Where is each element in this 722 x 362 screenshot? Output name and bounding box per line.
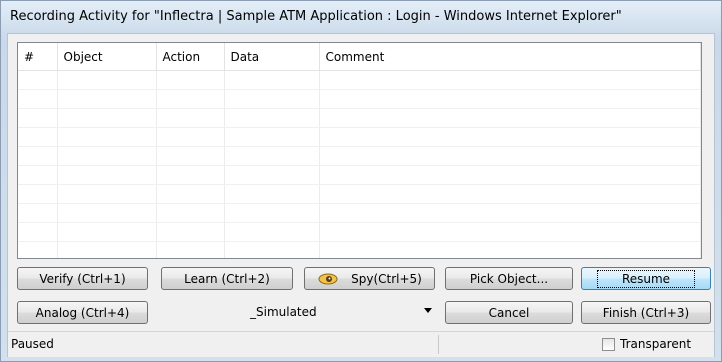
analog-button[interactable]: Analog (Ctrl+4) xyxy=(17,301,148,324)
chevron-down-icon[interactable] xyxy=(424,308,432,313)
table-row xyxy=(18,70,701,90)
transparent-checkbox[interactable] xyxy=(602,337,615,351)
table-row xyxy=(18,89,701,109)
column-header-comment[interactable]: Comment xyxy=(319,43,701,71)
table-row xyxy=(18,146,701,166)
column-header-action[interactable]: Action xyxy=(156,43,225,71)
table-cell xyxy=(224,222,320,242)
cancel-button[interactable]: Cancel xyxy=(445,301,573,324)
table-cell xyxy=(57,165,157,185)
table-cell xyxy=(18,222,58,242)
table-cell xyxy=(18,146,58,166)
table-cell xyxy=(57,146,157,166)
table-cell xyxy=(224,89,320,109)
table-cell xyxy=(224,184,320,204)
spy-button[interactable]: Spy(Ctrl+5) xyxy=(304,267,435,290)
table-cell xyxy=(319,165,701,185)
table-cell xyxy=(18,203,58,223)
table-cell xyxy=(319,89,701,109)
table-cell xyxy=(57,184,157,204)
finish-button[interactable]: Finish (Ctrl+3) xyxy=(581,301,711,324)
learn-button[interactable]: Learn (Ctrl+2) xyxy=(161,267,293,290)
table-cell xyxy=(319,127,701,147)
table-cell xyxy=(156,89,225,109)
analog-button-label: Analog (Ctrl+4) xyxy=(35,305,130,320)
transparent-toggle[interactable]: Transparent xyxy=(602,337,691,351)
table-cell xyxy=(57,127,157,147)
table-cell xyxy=(57,241,157,258)
table-cell xyxy=(18,241,58,258)
table-cell xyxy=(156,203,225,223)
status-separator xyxy=(438,335,439,354)
table-cell xyxy=(224,241,320,258)
transparent-label: Transparent xyxy=(620,337,692,351)
status-text: Paused xyxy=(11,337,54,351)
table-cell xyxy=(319,70,701,90)
table-cell xyxy=(156,241,225,258)
table-cell xyxy=(18,184,58,204)
table-cell xyxy=(57,203,157,223)
table-row xyxy=(18,222,701,242)
cancel-button-label: Cancel xyxy=(488,305,530,320)
finish-button-label: Finish (Ctrl+3) xyxy=(602,305,690,320)
table-row xyxy=(18,184,701,204)
table-cell xyxy=(18,165,58,185)
verify-button-label: Verify (Ctrl+1) xyxy=(39,271,126,286)
table-cell xyxy=(319,203,701,223)
table-cell xyxy=(319,108,701,128)
table-row xyxy=(18,241,701,258)
actions-table: # Object Action Data Comment xyxy=(18,43,701,258)
table-cell xyxy=(156,70,225,90)
table-cell xyxy=(319,184,701,204)
title-bar[interactable]: Recording Activity for "Inflectra | Samp… xyxy=(1,1,721,33)
table-cell xyxy=(18,108,58,128)
table-cell xyxy=(18,127,58,147)
table-row xyxy=(18,108,701,128)
table-row xyxy=(18,165,701,185)
table-cell xyxy=(57,89,157,109)
table-cell xyxy=(224,165,320,185)
learn-button-label: Learn (Ctrl+2) xyxy=(184,271,270,286)
table-cell xyxy=(319,241,701,258)
grid-header-row: # Object Action Data Comment xyxy=(18,43,701,71)
dialog-body: # Object Action Data Comment Verify (Ctr… xyxy=(7,33,715,357)
spy-button-label: Spy(Ctrl+5) xyxy=(351,271,422,286)
table-cell xyxy=(18,70,58,90)
table-cell xyxy=(18,89,58,109)
table-cell xyxy=(57,108,157,128)
column-header-object[interactable]: Object xyxy=(57,43,157,71)
table-row xyxy=(18,127,701,147)
spy-eye-icon xyxy=(317,273,339,285)
table-cell xyxy=(57,222,157,242)
table-cell xyxy=(156,222,225,242)
verify-button[interactable]: Verify (Ctrl+1) xyxy=(17,267,148,290)
recording-mode-select[interactable]: _Simulated xyxy=(156,301,441,323)
pick-object-button[interactable]: Pick Object... xyxy=(445,267,573,290)
table-row xyxy=(18,203,701,223)
resume-button[interactable]: Resume xyxy=(581,267,711,290)
table-cell xyxy=(156,146,225,166)
table-cell xyxy=(156,165,225,185)
table-cell xyxy=(319,146,701,166)
status-bar: Paused Transparent xyxy=(8,331,714,357)
table-cell xyxy=(224,127,320,147)
recording-activity-window: Recording Activity for "Inflectra | Samp… xyxy=(0,0,722,362)
recording-mode-value: _Simulated xyxy=(250,305,317,319)
table-cell xyxy=(156,108,225,128)
pick-object-button-label: Pick Object... xyxy=(469,271,549,286)
table-cell xyxy=(224,203,320,223)
table-cell xyxy=(319,222,701,242)
resume-button-label: Resume xyxy=(596,269,696,288)
table-cell xyxy=(224,70,320,90)
column-header-number[interactable]: # xyxy=(18,43,58,71)
table-cell xyxy=(57,70,157,90)
column-header-data[interactable]: Data xyxy=(224,43,320,71)
table-cell xyxy=(156,184,225,204)
table-cell xyxy=(224,108,320,128)
table-cell xyxy=(156,127,225,147)
table-cell xyxy=(224,146,320,166)
window-title: Recording Activity for "Inflectra | Samp… xyxy=(10,9,622,24)
recorded-actions-grid[interactable]: # Object Action Data Comment xyxy=(17,42,702,259)
